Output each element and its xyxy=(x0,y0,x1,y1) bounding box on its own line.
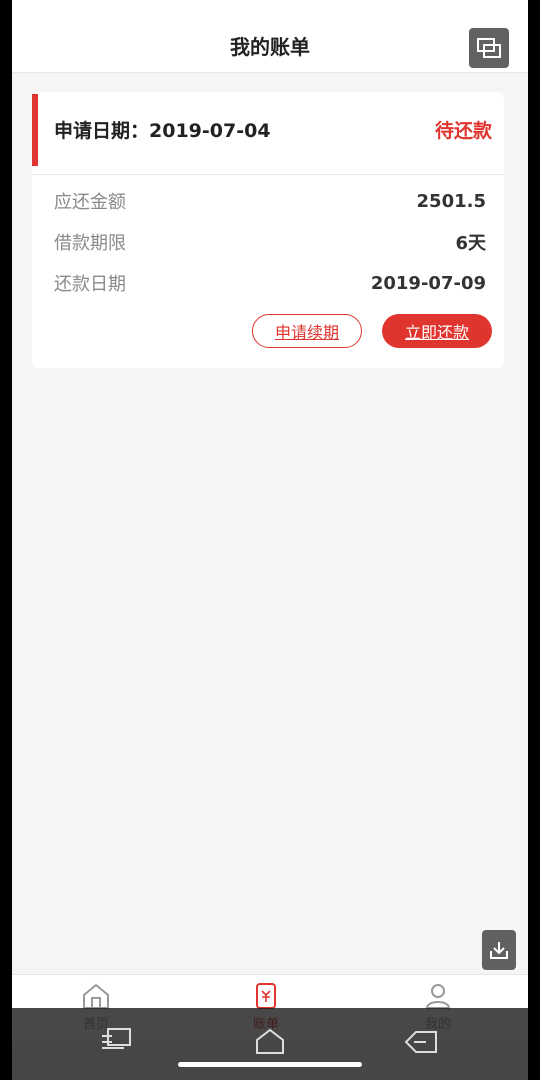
download-button[interactable] xyxy=(482,930,516,970)
download-icon xyxy=(490,942,508,959)
profile-icon xyxy=(425,984,451,1009)
repay-date-value: 2019-07-09 xyxy=(370,272,486,294)
back-icon[interactable] xyxy=(404,1026,440,1056)
page-title: 我的账单 xyxy=(230,34,310,59)
amount-due-value: 2501.5 xyxy=(416,190,486,212)
home-button-icon[interactable] xyxy=(253,1026,287,1056)
home-indicator xyxy=(178,1062,362,1067)
loan-term-row: 借款期限 6天 xyxy=(54,228,486,256)
app-screen: 我的账单 申请日期：2019-07-04 待还款 应还金额 2501.5 借款期… xyxy=(12,0,528,1080)
apply-renewal-button[interactable]: 申请续期 xyxy=(252,314,362,348)
recent-apps-icon[interactable] xyxy=(100,1026,134,1054)
card-divider xyxy=(32,174,504,175)
apply-date-row: 申请日期：2019-07-04 xyxy=(54,116,271,143)
window-switch-button[interactable] xyxy=(469,28,509,68)
navigation-bar: 我的账单 xyxy=(12,18,528,73)
bill-status: 待还款 xyxy=(434,120,492,142)
bill-icon xyxy=(256,983,276,1009)
bill-card: 申请日期：2019-07-04 待还款 应还金额 2501.5 借款期限 6天 … xyxy=(32,92,504,368)
status-bar xyxy=(12,0,528,18)
apply-date-value: 2019-07-04 xyxy=(149,120,271,142)
amount-due-row: 应还金额 2501.5 xyxy=(54,187,486,215)
repay-date-row: 还款日期 2019-07-09 xyxy=(54,269,486,297)
repay-now-button[interactable]: 立即还款 xyxy=(382,314,492,348)
card-accent-bar xyxy=(32,94,38,166)
repay-date-label: 还款日期 xyxy=(54,274,126,295)
window-switch-icon xyxy=(477,38,501,58)
home-icon xyxy=(83,983,109,1009)
amount-due-label: 应还金额 xyxy=(54,192,126,213)
apply-date-label: 申请日期： xyxy=(54,120,150,142)
loan-term-value: 6天 xyxy=(455,233,486,254)
loan-term-label: 借款期限 xyxy=(54,233,126,254)
